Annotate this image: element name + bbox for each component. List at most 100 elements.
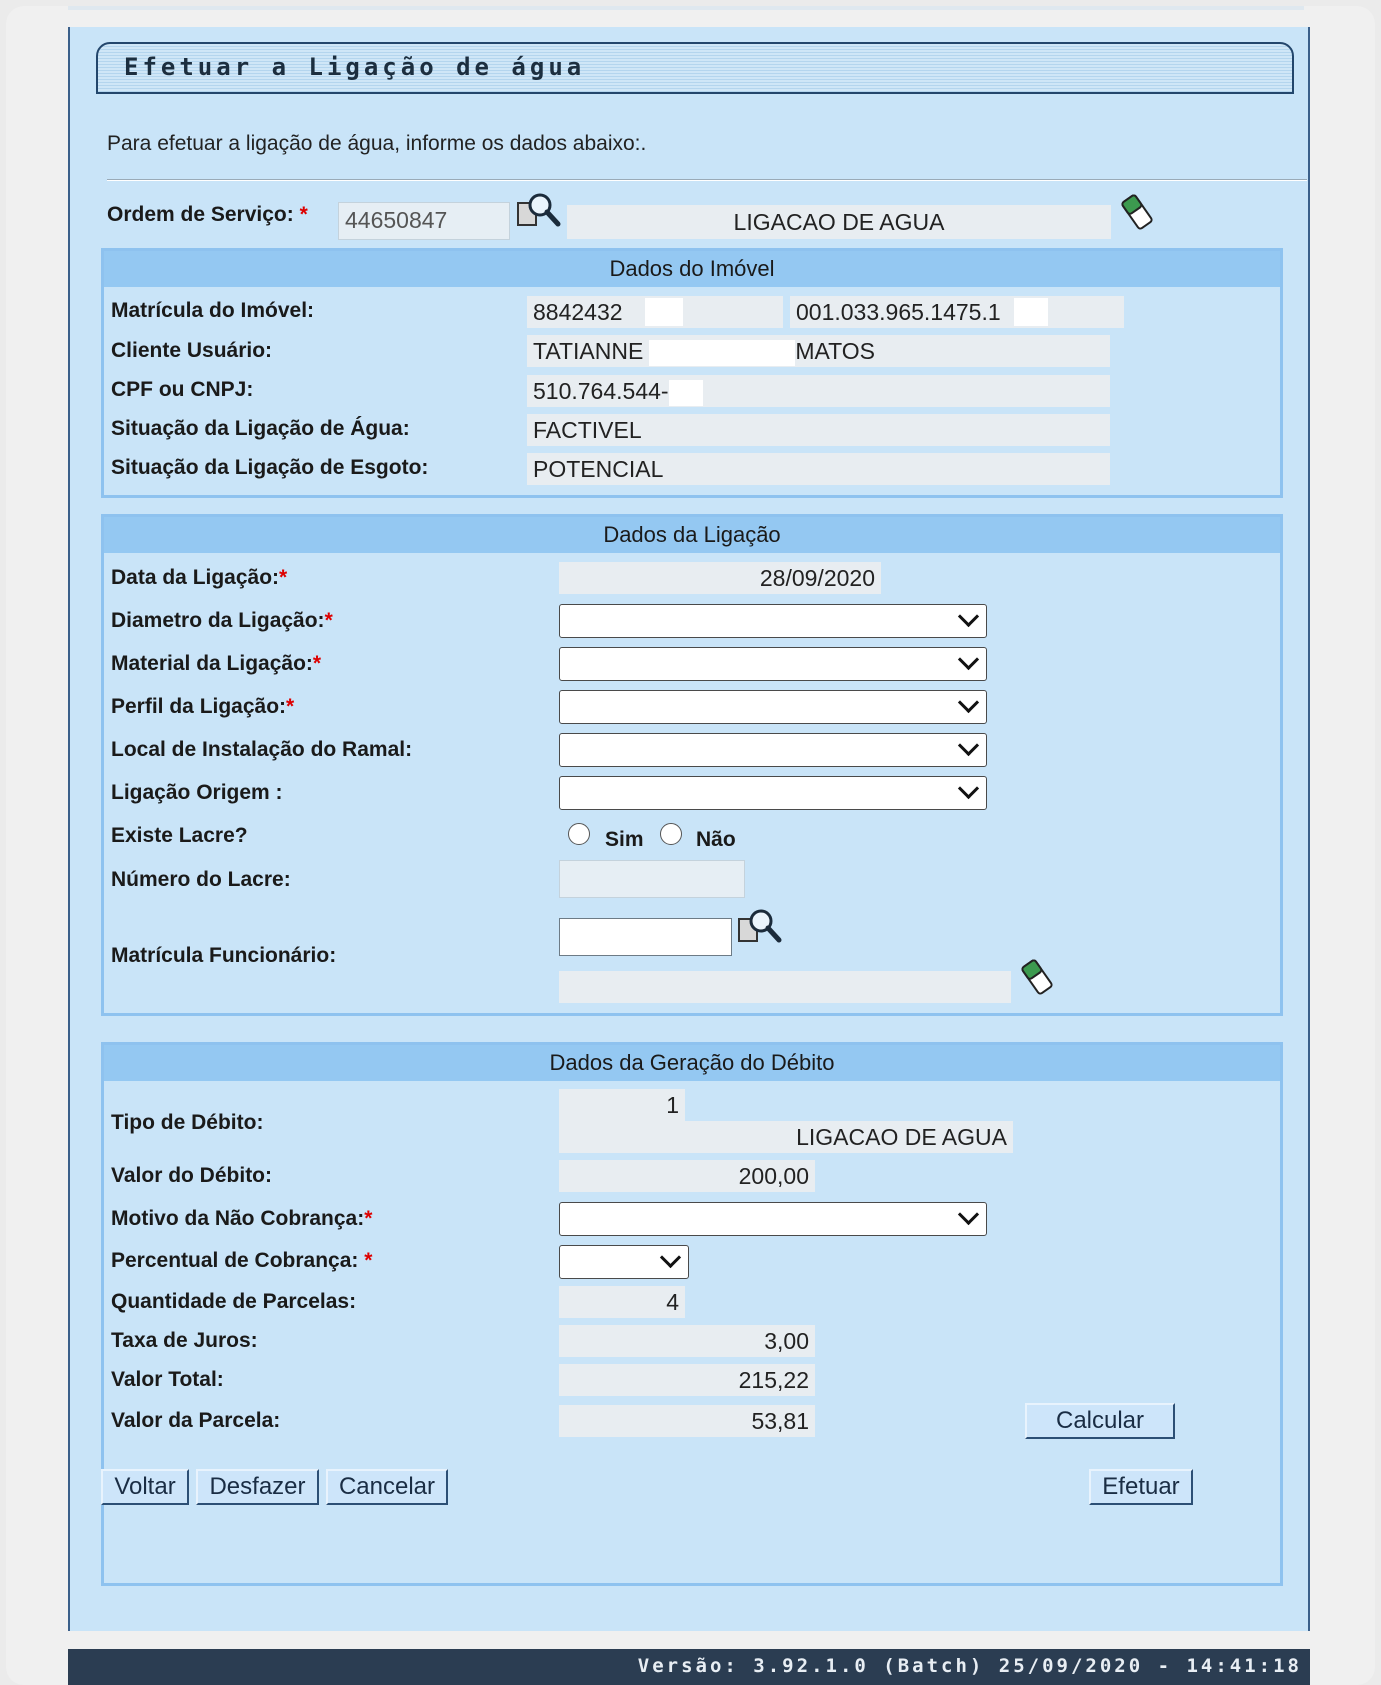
lacre-nao-label: Não [696,828,736,851]
cpf-label: CPF ou CNPJ: [111,378,254,401]
perfil-label-text: Perfil da Ligação: [111,695,287,718]
funcionario-name-value [559,971,1011,1003]
material-label: Material da Ligação:* [111,652,321,676]
motivo-label-text: Motivo da Não Cobrança: [111,1207,365,1230]
ordem-label-text: Ordem de Serviço: [107,203,294,226]
perfil-label: Perfil da Ligação:* [111,695,294,719]
parcelas-value: 4 [559,1286,685,1318]
numero-lacre-label: Número do Lacre: [111,868,291,891]
required-mark: * [324,609,333,632]
cliente-last-name: MATOS [795,338,875,364]
material-select[interactable] [559,647,987,681]
data-ligacao-value: 28/09/2020 [559,562,881,594]
tipo-debito-code: 1 [559,1089,685,1121]
form-page: Efetuar a Ligação de água Para efetuar a… [68,27,1310,1631]
situacao-esgoto-label: Situação da Ligação de Esgoto: [111,456,429,479]
eraser-icon[interactable] [1120,193,1154,231]
chevron-down-icon [957,605,980,628]
search-icon[interactable] [516,191,562,233]
cpf-value: 510.764.544- [527,375,1110,407]
chevron-down-icon [659,1246,682,1269]
cliente-first-name: TATIANNE [533,338,644,364]
chevron-down-icon [957,691,980,714]
required-mark: * [364,1249,373,1272]
desfazer-button[interactable]: Desfazer [196,1469,319,1505]
situacao-agua-label: Situação da Ligação de Água: [111,417,410,440]
ligacao-origem-label: Ligação Origem : [111,781,283,804]
inscricao-value: 001.033.965.1475.1 [790,296,1124,328]
situacao-agua-value: FACTIVEL [527,414,1110,446]
top-divider [68,6,1304,10]
chevron-down-icon [957,734,980,757]
lacre-sim-radio[interactable] [568,823,590,845]
ligacao-origem-select[interactable] [559,776,987,810]
motivo-label: Motivo da Não Cobrança:* [111,1207,372,1231]
parcelas-label: Quantidade de Parcelas: [111,1290,357,1313]
numero-lacre-input[interactable] [559,860,745,898]
chevron-down-icon [957,1203,980,1226]
intro-text: Para efetuar a ligação de água, informe … [107,132,647,155]
section-debito-header: Dados da Geração do Débito [104,1045,1280,1081]
local-instalacao-label: Local de Instalação do Ramal: [111,738,413,761]
juros-value: 3,00 [559,1325,815,1357]
section-imovel-header: Dados do Imóvel [104,251,1280,287]
data-ligacao-label-text: Data da Ligação: [111,566,280,589]
perfil-select[interactable] [559,690,987,724]
cliente-label: Cliente Usuário: [111,339,273,362]
required-mark: * [279,566,288,589]
efetuar-button[interactable]: Efetuar [1089,1469,1193,1505]
valor-parcela-label: Valor da Parcela: [111,1409,281,1432]
ordem-label: Ordem de Serviço: * [107,203,308,227]
page-title: Efetuar a Ligação de água [124,53,586,81]
voltar-button[interactable]: Voltar [101,1469,189,1505]
eraser-icon[interactable] [1020,958,1054,996]
cpf-text: 510.764.544- [533,378,669,404]
lacre-nao-radio[interactable] [660,823,682,845]
required-mark: * [286,695,295,718]
percentual-select[interactable] [559,1245,689,1279]
juros-label: Taxa de Juros: [111,1329,258,1352]
existe-lacre-label: Existe Lacre? [111,824,248,847]
search-icon[interactable] [737,907,783,949]
valor-debito-label: Valor do Débito: [111,1164,273,1187]
motivo-select[interactable] [559,1202,987,1236]
diametro-select[interactable] [559,604,987,638]
chevron-down-icon [957,648,980,671]
percentual-label: Percentual de Cobrança: * [111,1249,372,1273]
valor-total-value: 215,22 [559,1364,815,1396]
section-ligacao-header: Dados da Ligação [104,517,1280,553]
ordem-description: LIGACAO DE AGUA [567,205,1111,239]
tipo-debito-description: LIGACAO DE AGUA [559,1121,1013,1153]
local-instalacao-select[interactable] [559,733,987,767]
redaction-block [1014,298,1048,326]
calcular-button[interactable]: Calcular [1025,1403,1175,1439]
divider [107,179,1307,181]
diametro-label-text: Diametro da Ligação: [111,609,325,632]
footer-bar: Versão: 3.92.1.0 (Batch) 25/09/2020 - 14… [68,1649,1310,1685]
matricula-funcionario-input[interactable] [559,918,732,956]
cancelar-button[interactable]: Cancelar [326,1469,448,1505]
version-text: Versão: 3.92.1.0 (Batch) 25/09/2020 - 14… [637,1655,1302,1677]
matricula-imovel-label: Matrícula do Imóvel: [111,299,315,322]
title-bar: Efetuar a Ligação de água [96,42,1294,94]
matricula-funcionario-label: Matrícula Funcionário: [111,944,337,967]
material-label-text: Material da Ligação: [111,652,313,675]
cliente-value: TATIANNE MATOS [527,335,1110,367]
chevron-down-icon [957,777,980,800]
redaction-block [645,298,683,326]
redaction-block [649,339,796,366]
required-mark: * [364,1207,373,1230]
required-mark: * [312,652,322,675]
diametro-label: Diametro da Ligação:* [111,609,333,633]
valor-parcela-value: 53,81 [559,1405,815,1437]
redaction-block [668,379,703,406]
lacre-sim-label: Sim [605,828,644,851]
required-mark: * [299,203,308,226]
tipo-debito-label: Tipo de Débito: [111,1111,264,1134]
ordem-servico-input[interactable]: 44650847 [338,202,510,240]
valor-total-label: Valor Total: [111,1368,224,1391]
situacao-esgoto-value: POTENCIAL [527,453,1110,485]
data-ligacao-label: Data da Ligação:* [111,566,287,590]
percentual-label-text: Percentual de Cobrança: [111,1249,359,1272]
valor-debito-value: 200,00 [559,1160,815,1192]
